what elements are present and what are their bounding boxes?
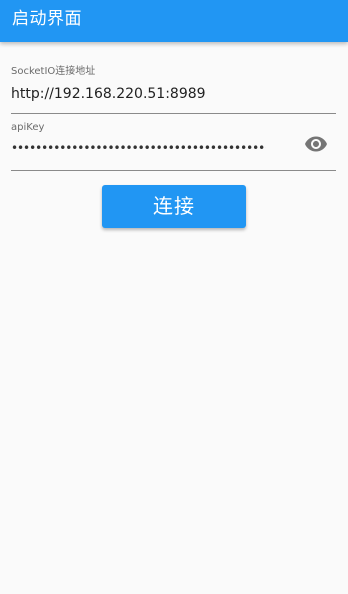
socketio-url-label: SocketIO连接地址	[11, 66, 96, 77]
api-key-label: apiKey	[11, 122, 45, 133]
socketio-url-field[interactable]: SocketIO连接地址 http://192.168.220.51:8989	[11, 64, 336, 114]
app-title: 启动界面	[12, 9, 82, 29]
api-key-input[interactable]: ••••••••••••••••••••••••••••••••••••••••…	[11, 139, 266, 157]
api-key-underline	[11, 170, 336, 171]
app-bar: 启动界面	[0, 0, 348, 42]
socketio-url-underline	[11, 113, 336, 114]
eye-icon[interactable]	[304, 132, 328, 156]
api-key-field[interactable]: apiKey •••••••••••••••••••••••••••••••••…	[11, 120, 336, 171]
socketio-url-input[interactable]: http://192.168.220.51:8989	[11, 85, 206, 103]
connect-button[interactable]: 连接	[102, 185, 246, 228]
